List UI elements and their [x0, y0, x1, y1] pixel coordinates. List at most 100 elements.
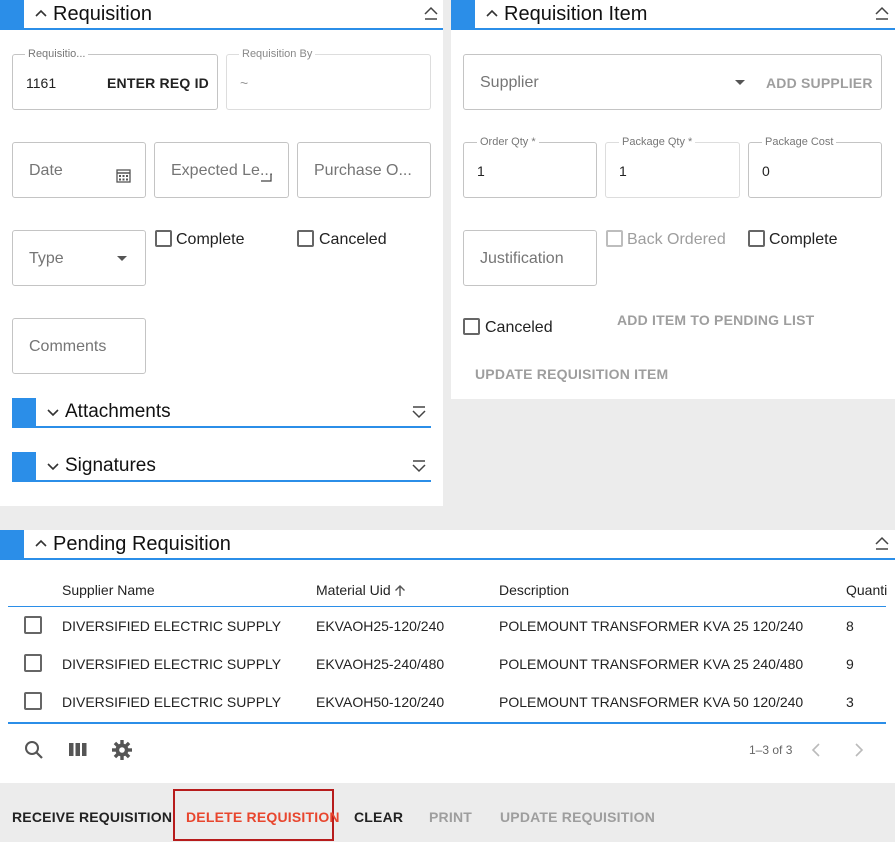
previous-page-icon[interactable]: [810, 743, 822, 757]
section-marker: [0, 0, 24, 28]
cell-quantity: 8: [846, 618, 854, 634]
section-marker: [12, 398, 36, 426]
enter-req-id-button[interactable]: ENTER REQ ID: [107, 75, 209, 91]
collapse-section-icon[interactable]: [873, 4, 891, 22]
sort-ascending-icon[interactable]: [394, 584, 406, 597]
column-header-material-uid[interactable]: Material Uid: [316, 582, 391, 598]
item-complete-label: Complete: [769, 231, 838, 248]
section-marker: [0, 530, 24, 558]
supplier-placeholder: Supplier: [480, 74, 539, 91]
package-cost-field[interactable]: Package Cost 0: [748, 136, 882, 198]
gear-icon[interactable]: [111, 739, 133, 761]
requisition-id-field[interactable]: Requisitio... 1161 ENTER REQ ID: [12, 48, 218, 110]
row-select-checkbox[interactable]: [24, 616, 42, 634]
package-cost-value: 0: [762, 163, 770, 179]
column-header-description[interactable]: Description: [499, 582, 569, 598]
collapse-chevron-icon[interactable]: [34, 536, 48, 550]
collapse-chevron-icon[interactable]: [485, 6, 499, 20]
collapse-section-icon[interactable]: [422, 4, 440, 22]
cell-description: POLEMOUNT TRANSFORMER KVA 50 120/240: [499, 694, 804, 710]
add-supplier-button[interactable]: ADD SUPPLIER: [766, 75, 873, 91]
add-item-to-pending-button[interactable]: ADD ITEM TO PENDING LIST: [617, 312, 814, 328]
order-qty-value: 1: [477, 163, 485, 179]
next-page-icon[interactable]: [853, 743, 865, 757]
requisition-panel: Requisition Requisitio... 1161 ENTER REQ…: [0, 0, 443, 506]
package-qty-field[interactable]: Package Qty * 1: [605, 136, 740, 198]
comments-placeholder: Comments: [29, 338, 107, 355]
purchase-order-placeholder: Purchase O...: [314, 162, 412, 179]
collapse-section-icon[interactable]: [873, 534, 891, 552]
cell-supplier-name: DIVERSIFIED ELECTRIC SUPPLY: [62, 656, 282, 672]
requisition-by-label: Requisition By: [239, 48, 316, 60]
cell-material-uid: EKVAOH50-120/240: [316, 694, 445, 710]
justification-field[interactable]: Justification: [463, 230, 597, 286]
pagination-info: 1–3 of 3: [749, 743, 793, 757]
expected-lead-field[interactable]: Expected Le...: [154, 142, 289, 198]
requisition-item-panel: Requisition Item Supplier ADD SUPPLIER O…: [451, 0, 895, 399]
print-button[interactable]: PRINT: [429, 809, 472, 825]
comments-field[interactable]: Comments: [12, 318, 146, 374]
complete-label: Complete: [176, 231, 245, 248]
dropdown-arrow-icon: [735, 80, 745, 85]
delete-requisition-button[interactable]: DELETE REQUISITION: [186, 809, 340, 825]
column-header-supplier-name[interactable]: Supplier Name: [62, 582, 155, 598]
row-select-checkbox[interactable]: [24, 692, 42, 710]
attachments-title: Attachments: [65, 401, 171, 422]
collapse-chevron-icon[interactable]: [34, 6, 48, 20]
requisition-header: Requisition: [0, 0, 443, 30]
order-qty-label: Order Qty *: [477, 136, 539, 148]
type-select[interactable]: Type: [12, 230, 146, 286]
grid-bottom-border: [8, 722, 886, 724]
complete-checkbox[interactable]: [155, 230, 172, 247]
package-cost-label: Package Cost: [762, 136, 837, 148]
canceled-label: Canceled: [319, 231, 387, 248]
table-row[interactable]: DIVERSIFIED ELECTRIC SUPPLY EKVAOH25-120…: [8, 607, 886, 645]
table-row[interactable]: DIVERSIFIED ELECTRIC SUPPLY EKVAOH25-240…: [8, 645, 886, 683]
calendar-icon[interactable]: [116, 168, 131, 183]
resize-handle-icon: [261, 174, 272, 182]
requisition-by-value: ~: [240, 75, 249, 91]
receive-requisition-button[interactable]: RECEIVE REQUISITION: [12, 809, 172, 825]
grid-header-row: Supplier Name Material Uid Description Q…: [8, 570, 887, 607]
row-select-checkbox[interactable]: [24, 654, 42, 672]
requisition-id-label: Requisitio...: [25, 48, 89, 60]
section-title: Requisition Item: [504, 3, 648, 25]
cell-description: POLEMOUNT TRANSFORMER KVA 25 120/240: [499, 618, 804, 634]
expand-chevron-icon[interactable]: [46, 406, 60, 420]
supplier-select[interactable]: Supplier ADD SUPPLIER: [463, 54, 882, 110]
expand-section-icon[interactable]: [410, 404, 428, 422]
search-icon[interactable]: [24, 740, 44, 760]
purchase-order-field[interactable]: Purchase O...: [297, 142, 431, 198]
back-ordered-checkbox[interactable]: [606, 230, 623, 247]
table-row[interactable]: DIVERSIFIED ELECTRIC SUPPLY EKVAOH50-120…: [8, 683, 886, 721]
order-qty-field[interactable]: Order Qty * 1: [463, 136, 597, 198]
cell-quantity: 3: [846, 694, 854, 710]
expand-section-icon[interactable]: [410, 458, 428, 476]
update-requisition-item-button[interactable]: UPDATE REQUISITION ITEM: [475, 366, 668, 382]
cell-supplier-name: DIVERSIFIED ELECTRIC SUPPLY: [62, 618, 282, 634]
attachments-header[interactable]: Attachments: [12, 398, 431, 428]
expand-chevron-icon[interactable]: [46, 460, 60, 474]
signatures-header[interactable]: Signatures: [12, 452, 431, 482]
date-field[interactable]: Date: [12, 142, 146, 198]
type-placeholder: Type: [29, 250, 64, 267]
signatures-title: Signatures: [65, 455, 156, 476]
canceled-checkbox[interactable]: [297, 230, 314, 247]
cell-description: POLEMOUNT TRANSFORMER KVA 25 240/480: [499, 656, 804, 672]
cell-material-uid: EKVAOH25-240/480: [316, 656, 445, 672]
columns-icon[interactable]: [68, 742, 88, 757]
section-title: Pending Requisition: [53, 533, 231, 555]
cell-quantity: 9: [846, 656, 854, 672]
item-canceled-label: Canceled: [485, 319, 553, 336]
section-marker: [12, 452, 36, 480]
item-canceled-checkbox[interactable]: [463, 318, 480, 335]
item-complete-checkbox[interactable]: [748, 230, 765, 247]
requisition-item-header: Requisition Item: [451, 0, 895, 30]
cell-material-uid: EKVAOH25-120/240: [316, 618, 445, 634]
update-requisition-button[interactable]: UPDATE REQUISITION: [500, 809, 655, 825]
clear-button[interactable]: CLEAR: [354, 809, 403, 825]
requisition-by-field: Requisition By ~: [226, 48, 431, 110]
dropdown-arrow-icon: [117, 256, 127, 261]
justification-placeholder: Justification: [480, 250, 564, 267]
column-header-quantity[interactable]: Quanti: [846, 582, 887, 598]
